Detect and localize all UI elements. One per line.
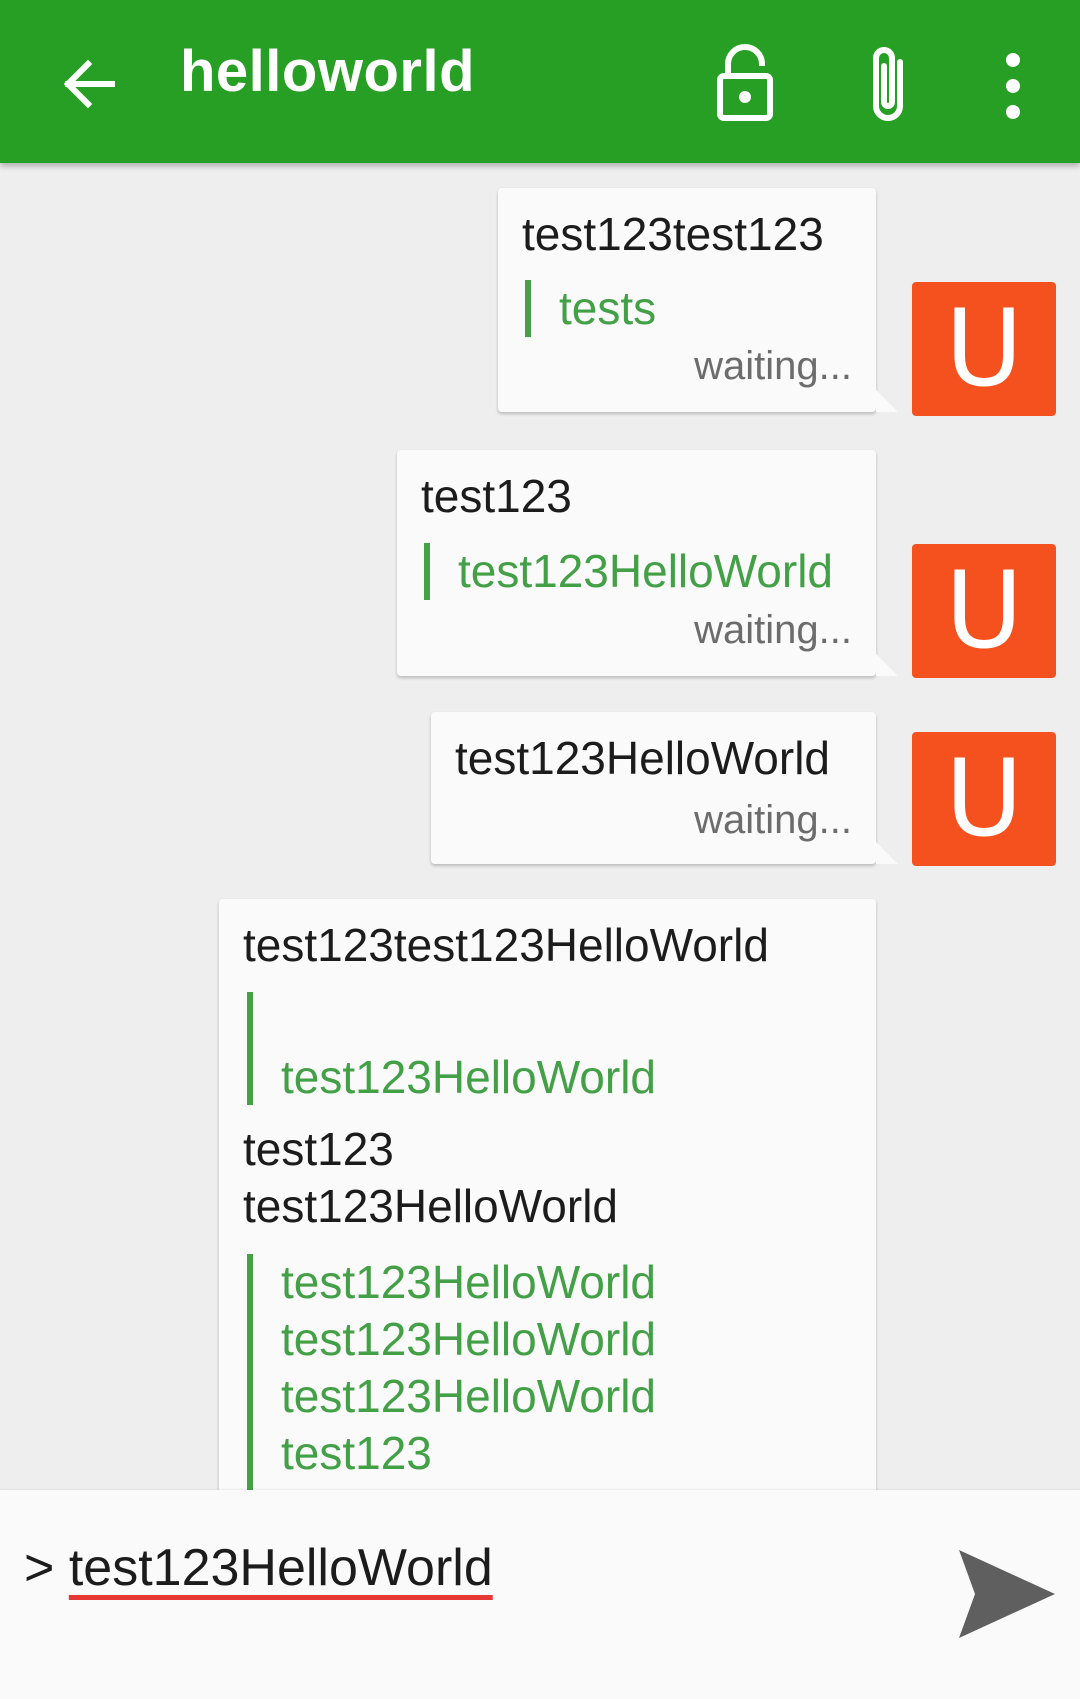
message-text: test123test123HelloWorld [243, 919, 769, 971]
quote-line: test123HelloWorld [281, 1370, 657, 1422]
message-text-line: test123 [243, 1123, 394, 1175]
message-bubble[interactable]: test123 test123HelloWorld waiting... [397, 450, 898, 676]
message-quote: test123HelloWorld [424, 543, 833, 600]
message-bubble[interactable]: test123test123 tests waiting... [498, 188, 898, 412]
app-bar: helloworld [0, 0, 1080, 163]
message-text: test123HelloWorld [455, 732, 831, 784]
bubble-tail [876, 842, 898, 864]
bubble-tail [876, 390, 898, 412]
input-value: test123HelloWorld [68, 1539, 493, 1597]
input-prefix: > [24, 1539, 55, 1597]
composer-bar: > test123HelloWorld [0, 1490, 1080, 1699]
send-icon[interactable] [955, 1544, 1059, 1644]
message-bubble[interactable]: test123HelloWorld waiting... [431, 712, 898, 864]
quote-line: test123HelloWorld [281, 1256, 657, 1308]
message-text-line: test123HelloWorld [243, 1180, 619, 1232]
message-bubble[interactable]: test123test123HelloWorld test123HelloWor… [219, 899, 876, 1539]
message-quote: test123HelloWorld [247, 992, 656, 1105]
message-text: test123 [421, 470, 572, 522]
bubble-tail [876, 654, 898, 676]
message-input[interactable]: > test123HelloWorld [24, 1538, 493, 1598]
message-status: waiting... [694, 798, 852, 842]
conversation-title: helloworld [180, 39, 475, 104]
quote-line: test123HelloWorld [281, 1313, 657, 1365]
message-text: test123test123 [522, 208, 824, 260]
more-vertical-icon[interactable] [990, 46, 1036, 126]
quote-line: test123HelloWorld [281, 1051, 657, 1103]
message-quote: test123HelloWorld test123HelloWorld test… [247, 1254, 656, 1514]
avatar[interactable]: U [912, 282, 1056, 416]
paperclip-icon[interactable] [860, 40, 920, 130]
avatar[interactable]: U [912, 544, 1056, 678]
message-quote: tests [525, 280, 656, 337]
quote-line: test123 [281, 1427, 432, 1479]
avatar[interactable]: U [912, 732, 1056, 866]
arrow-left-icon[interactable] [50, 44, 130, 124]
message-status: waiting... [694, 344, 852, 388]
message-status: waiting... [694, 608, 852, 652]
lock-open-icon[interactable] [710, 44, 780, 124]
